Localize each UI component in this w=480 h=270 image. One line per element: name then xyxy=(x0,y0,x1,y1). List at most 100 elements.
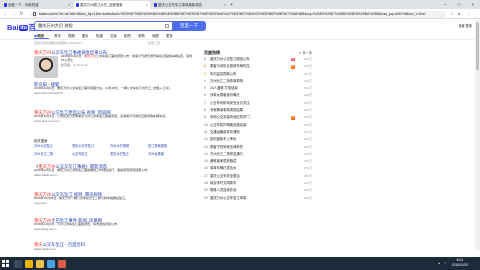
page-scrollbar[interactable] xyxy=(475,20,480,250)
scrollbar-thumb[interactable] xyxy=(476,22,479,70)
search-input[interactable]: 重庆万州大巴 进程 xyxy=(34,21,172,31)
hot-list-item[interactable]: 19 救援人员连续作战 236万 xyxy=(204,187,312,194)
minimize-icon[interactable]: – xyxy=(438,0,452,9)
hot-item-text[interactable]: 事故车辆打捞出水 xyxy=(210,165,290,172)
result-url[interactable]: www.sohu.com/a/273... xyxy=(34,91,194,95)
hot-item-text[interactable]: 公交车防护隔离设施加装 xyxy=(210,122,290,129)
hot-item-text[interactable]: 重庆公交车安全整治 xyxy=(210,173,290,180)
hot-list-item[interactable]: 15 遇难者家属获赔偿 283万 xyxy=(204,158,312,165)
result-url[interactable]: v.qq.com/... xyxy=(34,201,194,205)
maximize-icon[interactable]: □ xyxy=(452,0,466,9)
hot-item-text[interactable]: 车内监控视频公布 xyxy=(210,71,290,78)
menu-icon[interactable]: ⋮ xyxy=(467,11,471,16)
hot-list-item[interactable]: 9 多地公交安装驾驶区防护门新 366万 xyxy=(204,114,312,121)
related-link[interactable]: 重庆大巴坠江 xyxy=(110,152,148,158)
new-tab-icon[interactable]: + xyxy=(230,1,233,9)
related-link[interactable]: 万州大巴视频 xyxy=(110,144,148,150)
top-links[interactable]: 设置 登录 xyxy=(458,23,472,28)
hot-item-text[interactable]: 乘客干扰驾驶法律责任 xyxy=(210,144,290,151)
hot-item-text[interactable]: 涉事女乘客身份曝光 xyxy=(210,92,290,99)
related-link[interactable]: 重庆公交车坠江 xyxy=(72,144,110,150)
hot-item-text[interactable]: 乘客与司机互殴致车辆失控 xyxy=(210,63,290,70)
close-tab-icon[interactable]: × xyxy=(224,1,226,9)
address-bar[interactable]: baidu.com/s?ie=utf-8&f=8&rsv_bp=1&tn=bai… xyxy=(30,10,446,18)
address-url[interactable]: baidu.com/s?ie=utf-8&f=8&rsv_bp=1&tn=bai… xyxy=(39,11,439,18)
back-icon[interactable]: ← xyxy=(2,11,9,18)
media-icon[interactable] xyxy=(58,259,66,268)
hot-list-item[interactable]: 20 重庆万州公交车坠江事故 225万 xyxy=(204,195,312,202)
explorer-icon[interactable] xyxy=(36,259,44,268)
forward-icon[interactable]: → xyxy=(10,11,17,18)
close-tab-icon[interactable]: × xyxy=(146,1,148,9)
search-tools-button[interactable]: 搜索工具 xyxy=(148,41,160,45)
hot-item-text[interactable]: 15人遇难 打捞结束 xyxy=(210,85,290,92)
clock-date: 2018/11/03 xyxy=(451,263,468,267)
network-icon[interactable]: ▴ xyxy=(438,261,440,265)
volume-icon[interactable]: ♪ xyxy=(444,261,446,265)
windows-start-icon[interactable] xyxy=(2,260,9,267)
result-url[interactable]: news.ifeng.com/... xyxy=(34,227,194,231)
hot-heat: 296万 xyxy=(303,151,312,156)
profile-icon[interactable]: ● xyxy=(458,11,460,16)
hot-heat: 309万 xyxy=(303,144,312,149)
hot-item-text[interactable]: 遇难者家属获赔偿 xyxy=(210,158,290,165)
hot-list-item[interactable]: 10 公交车防护隔离设施加装 350万 xyxy=(204,122,312,129)
browser-tab[interactable]: 百度一下，你就知道 × xyxy=(2,1,72,9)
hot-list-item[interactable]: 7 公交车司机驾驶安全引关注 395万 xyxy=(204,100,312,107)
search-query[interactable]: 重庆万州大巴 进程 xyxy=(38,22,73,30)
taskview-icon[interactable] xyxy=(14,259,22,268)
browser-tab[interactable]: 重庆公交车坠江事故最新调查 × xyxy=(152,1,228,9)
related-link[interactable]: 坠江事故原因 xyxy=(148,144,186,150)
hot-heat: 395万 xyxy=(303,100,312,105)
related-link[interactable]: 万州女乘客 xyxy=(148,152,186,158)
hot-list-panel: 百度热榜 ↻ 换一换 1 重庆万州公交坠江原因公布热 493万 2 乘客与司机互殴致车辆… xyxy=(204,50,312,202)
hot-list-item[interactable]: 11 交通运输部发布通知 337万 xyxy=(204,129,312,136)
hot-list-item[interactable]: 13 乘客干扰驾驶法律责任 309万 xyxy=(204,144,312,151)
hot-list-item[interactable]: 12 如何避免车上争执 321万 xyxy=(204,136,312,143)
hot-list-item[interactable]: 3 车内监控视频公布 461万 xyxy=(204,71,312,78)
hot-item-text[interactable]: 万州长江二桥恢复通行 xyxy=(210,151,290,158)
hot-list-item[interactable]: 17 重庆公交车安全整治 259万 xyxy=(204,173,312,180)
hot-item-text[interactable]: 救援人员连续作战 xyxy=(210,187,290,194)
related-link[interactable]: 公交车坠江 xyxy=(72,152,110,158)
hot-item-text[interactable]: 万州长江二桥事故现场 xyxy=(210,78,290,85)
hot-list-item[interactable]: 6 涉事女乘客身份曝光 408万 xyxy=(204,92,312,99)
result-thumbnail[interactable] xyxy=(34,56,58,78)
search-button[interactable]: 百度一下 xyxy=(172,21,206,31)
hot-item-text[interactable]: 公交车司机驾驶安全引关注 xyxy=(210,100,290,107)
app-icon[interactable] xyxy=(47,259,55,268)
reload-icon[interactable]: ↻ xyxy=(18,11,25,18)
result-url[interactable]: baike.baidu.com/... xyxy=(34,173,194,177)
clock[interactable]: 8:24 2018/11/03 xyxy=(452,258,468,268)
divider xyxy=(0,39,480,40)
hot-item-text[interactable]: 交通运输部发布通知 xyxy=(210,129,290,136)
hot-list-item[interactable]: 5 15人遇难 打捞结束 421万 xyxy=(204,85,312,92)
star-icon[interactable]: ☆ xyxy=(450,11,454,16)
search-result: 重庆万州公交车坠江 视频_腾讯视频 2018年10月28日 - 重庆万州一辆公交… xyxy=(34,192,194,205)
hot-list-item[interactable]: 8 专家解读事故调查结果 382万 xyxy=(204,107,312,114)
hot-list-item[interactable]: 4 万州长江二桥事故现场 439万 xyxy=(204,78,312,85)
result-url[interactable]: baike.baidu.com xyxy=(34,247,194,251)
hot-list-item[interactable]: 16 事故车辆打捞出水 270万 xyxy=(204,165,312,172)
tab-title: 重庆公交车坠江事故最新调查 xyxy=(158,3,203,7)
browser-tab-active[interactable]: 重庆万州跳江大巴_百度搜索 × xyxy=(74,1,150,9)
camera-icon[interactable] xyxy=(165,24,169,28)
related-link[interactable]: 万州长江二桥 xyxy=(34,152,72,158)
hot-heat: 337万 xyxy=(303,129,312,134)
hot-list-item[interactable]: 1 重庆万州公交坠江原因公布热 493万 xyxy=(204,56,312,63)
related-link[interactable]: 万州公交坠江 xyxy=(34,144,72,150)
hot-item-text[interactable]: 网友呼吁文明乘车 xyxy=(210,180,290,187)
chrome-icon[interactable] xyxy=(25,259,33,268)
result-url[interactable]: news.sina.com.cn/... xyxy=(34,119,194,123)
hot-item-text[interactable]: 重庆万州公交车坠江事故 xyxy=(210,195,290,202)
close-window-icon[interactable]: × xyxy=(466,0,480,9)
hot-heat: 461万 xyxy=(303,71,312,76)
hot-list-item[interactable]: 18 网友呼吁文明乘车 247万 xyxy=(204,180,312,187)
hot-item-text[interactable]: 如何避免车上争执 xyxy=(210,136,290,143)
hot-list-item[interactable]: 2 乘客与司机互殴致车辆失控新 476万 xyxy=(204,63,312,70)
hot-item-text[interactable]: 重庆万州公交坠江原因公布 xyxy=(210,56,290,63)
close-tab-icon[interactable]: × xyxy=(68,1,70,9)
hot-item-text[interactable]: 专家解读事故调查结果 xyxy=(210,107,290,114)
hot-item-text[interactable]: 多地公交安装驾驶区防护门 xyxy=(210,114,290,121)
hot-list-item[interactable]: 14 万州长江二桥恢复通行 296万 xyxy=(204,151,312,158)
